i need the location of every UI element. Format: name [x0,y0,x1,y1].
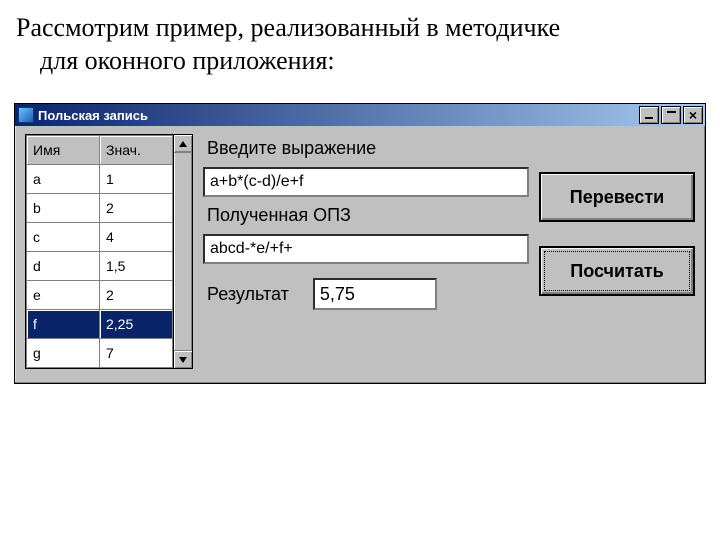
scroll-down-button[interactable] [174,350,192,368]
table-row[interactable]: b2 [27,194,173,223]
label-result: Результат [203,282,293,307]
maximize-button[interactable] [661,106,681,124]
window-titlebar[interactable]: Польская запись [15,104,705,126]
window-title: Польская запись [38,108,639,123]
chevron-up-icon [179,141,187,147]
heading-line-2: для оконного приложения: [16,46,335,75]
table-row[interactable]: e2 [27,281,173,310]
grid-header-name: Имя [27,136,100,165]
label-got-rpn: Полученная ОПЗ [203,203,529,228]
expression-input[interactable]: a+b*(c-d)/e+f [203,167,529,197]
table-row[interactable]: a1 [27,165,173,194]
grid-header-value: Знач. [100,136,173,165]
translate-button[interactable]: Перевести [539,172,695,222]
table-row[interactable]: f2,25 [27,310,173,339]
chevron-down-icon [179,357,187,363]
variables-grid[interactable]: Имя Знач. a1 b2 c4 d1,5 e2 f2,25 g7 [25,134,193,369]
table-row[interactable]: c4 [27,223,173,252]
minimize-button[interactable] [639,106,659,124]
table-row[interactable]: g7 [27,339,173,368]
app-icon [18,107,34,123]
table-row[interactable]: d1,5 [27,252,173,281]
result-output: 5,75 [313,278,437,310]
grid-scrollbar[interactable] [173,134,193,369]
label-enter-expression: Введите выражение [203,136,529,161]
rpn-output[interactable]: abcd-*e/+f+ [203,234,529,264]
app-window: Польская запись Имя Знач. a1 b2 c4 d1,5 [14,103,706,384]
heading-line-1: Рассмотрим пример, реализованный в метод… [16,13,560,42]
close-button[interactable] [683,106,703,124]
scroll-up-button[interactable] [174,135,192,153]
document-heading: Рассмотрим пример, реализованный в метод… [0,0,720,97]
calculate-button[interactable]: Посчитать [539,246,695,296]
